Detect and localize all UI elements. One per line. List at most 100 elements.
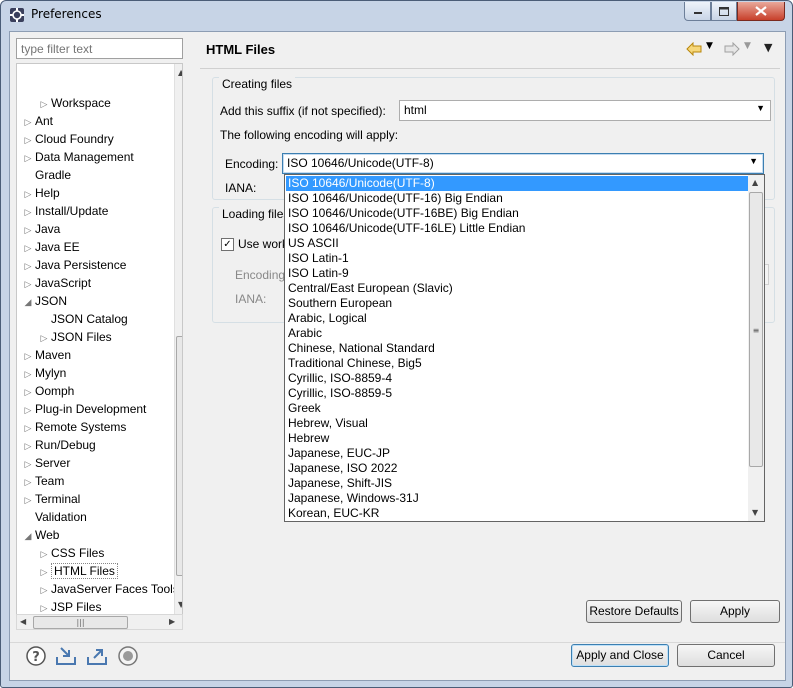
tree-item[interactable]: ▷ Mylyn [21,364,67,383]
dropdown-vertical-scrollbar[interactable]: ▲ ≡ ▼ [748,175,764,521]
encoding-option[interactable]: ISO 10646/Unicode(UTF-16) Big Endian [286,191,748,206]
expand-arrow-icon[interactable]: ▷ [21,437,35,455]
encoding-option[interactable]: Cyrillic, ISO-8859-5 [286,386,748,401]
dropdown-scroll-thumb[interactable]: ≡ [749,192,763,467]
encoding-option[interactable]: Japanese, ISO 2022 [286,461,748,476]
tree-item[interactable]: ▷ Data Management [21,148,134,166]
minimize-button[interactable] [684,2,711,21]
scroll-up-icon[interactable]: ▲ [178,68,182,77]
encoding-option[interactable]: ISO 10646/Unicode(UTF-16LE) Little Endia… [286,221,748,236]
tree-item[interactable]: JSON Catalog [37,310,128,328]
encoding-option[interactable]: ISO Latin-1 [286,251,748,266]
back-menu-chevron-icon[interactable]: ▼ [706,41,713,51]
encoding-option[interactable]: Greek [286,401,748,416]
expand-arrow-icon[interactable]: ▷ [21,113,35,131]
tree-item[interactable]: ▷ Install/Update [21,202,109,221]
apply-button[interactable]: Apply [690,600,780,623]
expand-arrow-icon[interactable]: ▷ [21,149,35,167]
expand-arrow-icon[interactable]: ▷ [21,221,35,239]
export-icon[interactable] [86,645,108,667]
close-button[interactable] [737,2,785,21]
apply-and-close-button[interactable]: Apply and Close [571,644,669,667]
encoding-option[interactable]: Korean, EUC-KR [286,506,748,521]
expand-arrow-icon[interactable]: ▷ [21,401,35,419]
import-icon[interactable] [55,645,77,667]
filter-input[interactable] [16,38,183,59]
back-arrow-icon[interactable] [686,42,702,56]
tree-item[interactable]: ▷ Ant [21,112,53,130]
encoding-option[interactable]: Traditional Chinese, Big5 [286,356,748,371]
tree-item[interactable]: ▷ Java Persistence [21,256,127,275]
encoding-option[interactable]: Arabic, Logical [286,311,748,326]
forward-menu-chevron-icon[interactable]: ▼ [744,41,751,51]
encoding-option[interactable]: ISO Latin-9 [286,266,748,281]
expand-arrow-icon[interactable]: ▷ [21,185,35,203]
encoding-option[interactable]: Arabic [286,326,748,341]
expand-arrow-icon[interactable]: ▷ [21,383,35,401]
expand-arrow-icon[interactable]: ▷ [21,239,35,257]
tree-item[interactable]: ▷ Server [21,454,71,472]
collapse-arrow-icon[interactable]: ◢ [21,527,35,545]
expand-arrow-icon[interactable]: ▷ [37,563,51,581]
tree-horizontal-scroll-thumb[interactable]: ||| [33,616,128,629]
tree-item[interactable]: ▷ Help [21,184,60,202]
tree-item[interactable]: ▷ Run/Debug [21,436,96,454]
tree-item[interactable]: ◢ JSON [21,292,67,310]
tree-item[interactable]: ▷ Cloud Foundry [21,130,114,148]
expand-arrow-icon[interactable]: ▷ [37,329,51,347]
tree-item[interactable]: ▷ Remote Systems [21,418,127,437]
tree-item[interactable]: ▷ Plug-in Development [21,400,147,419]
tree-item[interactable]: ▷ Java EE [21,238,80,256]
tree-item[interactable]: ▷ Team [21,472,65,491]
encoding-option[interactable]: Cyrillic, ISO-8859-4 [286,371,748,386]
forward-arrow-icon[interactable] [724,42,740,56]
cancel-button[interactable]: Cancel [677,644,775,667]
scroll-down-icon[interactable]: ▼ [752,508,758,517]
encoding-option[interactable]: Chinese, National Standard [286,341,748,356]
scroll-up-icon[interactable]: ▲ [752,178,758,187]
expand-arrow-icon[interactable]: ▷ [37,545,51,563]
help-icon[interactable]: ? [25,645,47,667]
tree-vertical-scroll-thumb[interactable] [176,336,182,576]
encoding-option[interactable]: Japanese, EUC-JP [286,446,748,461]
maximize-button[interactable] [711,2,737,21]
pane-sash[interactable] [190,32,194,642]
encoding-option[interactable]: Japanese, Shift-JIS [286,476,748,491]
encoding-option[interactable]: Japanese, Windows-31J [286,491,748,506]
expand-arrow-icon[interactable]: ▷ [21,131,35,149]
encoding-option[interactable]: Central/East European (Slavic) [286,281,748,296]
tree-item[interactable]: ▷ Oomph [21,382,75,401]
encoding-option[interactable]: Hebrew, Visual [286,416,748,431]
tree-item[interactable]: ▷ Terminal [21,490,81,508]
tree-item[interactable]: ▷ Workspace [37,94,111,112]
restore-defaults-button[interactable]: Restore Defaults [586,600,682,623]
tree-item[interactable]: ▷ JavaScript [21,274,92,293]
suffix-combo[interactable]: html ▼ [399,100,771,121]
expand-arrow-icon[interactable]: ▷ [21,365,35,383]
encoding-option[interactable]: US ASCII [286,236,748,251]
scroll-down-icon[interactable]: ▼ [178,600,182,609]
tree-item[interactable]: Gradle [21,166,71,184]
scroll-left-icon[interactable]: ◀ [20,617,26,626]
expand-arrow-icon[interactable]: ▷ [21,347,35,365]
tree-item[interactable]: ▷ Java [21,220,61,239]
encoding-option[interactable]: ISO 10646/Unicode(UTF-16BE) Big Endian [286,206,748,221]
encoding-combo[interactable]: ISO 10646/Unicode(UTF-8) ▼ [282,153,764,174]
tree-item[interactable]: ▷ HTML Files [37,562,118,580]
tree-item[interactable]: ◢ Web [21,526,60,545]
tree-horizontal-scrollbar[interactable]: ◀ ||| ▶ [16,614,183,630]
expand-arrow-icon[interactable]: ▷ [37,95,51,113]
expand-arrow-icon[interactable]: ▷ [21,419,35,437]
tree-item[interactable]: Validation [21,508,87,526]
collapse-arrow-icon[interactable]: ◢ [21,293,35,311]
expand-arrow-icon[interactable]: ▷ [21,275,35,293]
encoding-option[interactable]: Hebrew [286,431,748,446]
tree-item[interactable]: ▷ JavaServer Faces Tools [37,580,179,598]
tree-item[interactable]: ▷ JSON Files [37,328,112,346]
expand-arrow-icon[interactable]: ▷ [21,473,35,491]
view-menu-icon[interactable]: ▼ [764,41,772,54]
tree-item[interactable]: ▷ Maven [21,346,72,365]
expand-arrow-icon[interactable]: ▷ [21,257,35,275]
expand-arrow-icon[interactable]: ▷ [21,203,35,221]
oomph-record-icon[interactable] [117,645,139,667]
